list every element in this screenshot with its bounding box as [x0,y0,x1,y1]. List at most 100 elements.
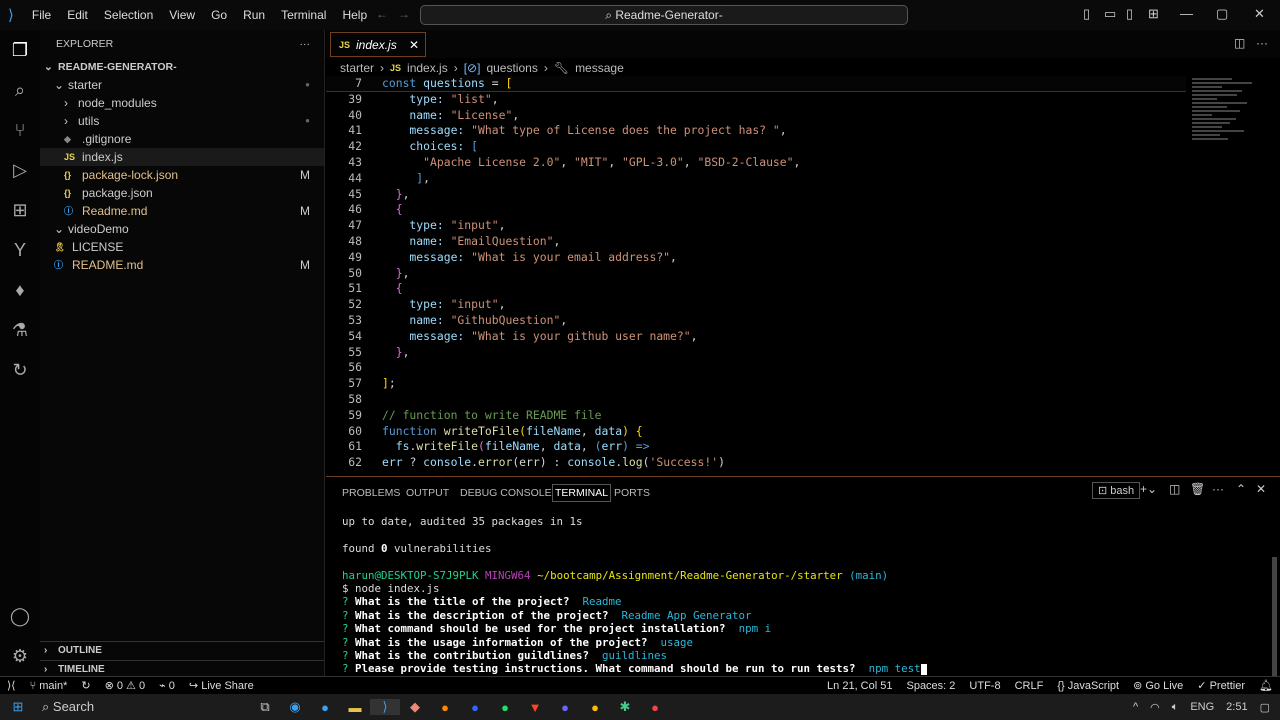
notification-center-icon[interactable]: ▢ [1260,701,1270,714]
volume-icon[interactable]: 🔈︎ [1172,701,1179,714]
tab-terminal[interactable]: TERMINAL [552,484,612,502]
minimap[interactable] [1192,76,1272,186]
tree-item[interactable]: {} package.json [40,184,324,202]
tree-item[interactable]: ⓘ Readme.md M [40,202,324,220]
terminal-output[interactable]: up to date, audited 35 packages in 1s fo… [342,515,927,676]
slack-icon[interactable]: ✱ [610,699,640,715]
language-mode[interactable]: {} JavaScript [1050,680,1126,692]
problems-status[interactable]: ⊗ 0 ⚠ 0 [98,679,153,692]
explorer-icon[interactable]: ❐ [0,30,40,70]
breadcrumb-item[interactable]: questions [486,61,537,75]
tree-item[interactable]: ⌄ videoDemo [40,220,324,238]
brave-icon[interactable]: ▼ [520,700,550,715]
split-editor-icon[interactable]: ◫ [1234,36,1245,50]
go-live[interactable]: ⊚ Go Live [1126,679,1190,692]
zoom-icon[interactable]: ● [460,700,490,715]
tree-item[interactable]: ◆ .gitignore [40,130,324,148]
close-panel-icon[interactable]: ✕ [1256,482,1266,496]
split-terminal-icon[interactable]: ◫ [1169,482,1180,496]
menu-run[interactable]: Run [235,8,273,22]
command-center-search[interactable]: ⌕ Readme-Generator- [420,5,908,25]
notifications-icon[interactable]: 🔔︎ [1252,679,1280,692]
source-control-icon[interactable]: ⑂ [0,110,40,150]
ports-status[interactable]: ⌁ 0 [152,679,182,692]
tab-ports[interactable]: PORTS [614,487,650,499]
yarn-icon[interactable]: Y [0,230,40,270]
edge-icon[interactable]: ● [310,700,340,715]
terminal-scrollbar[interactable] [1272,557,1277,677]
app-icon[interactable]: ◉ [280,699,310,715]
breadcrumb-item[interactable]: starter [340,61,374,75]
toggle-panel-icon[interactable]: ▭ [1104,6,1116,22]
menu-selection[interactable]: Selection [96,8,161,22]
tray-chevron-icon[interactable]: ^ [1133,701,1138,713]
remote-icon[interactable]: ⟩⟨ [0,679,23,692]
menu-terminal[interactable]: Terminal [273,8,334,22]
editor-more-icon[interactable]: ··· [1256,36,1268,50]
toggle-secondary-sidebar-icon[interactable]: ▯ [1126,6,1133,22]
breadcrumb-item[interactable]: index.js [407,61,448,75]
new-terminal-icon[interactable]: +⌄ [1140,482,1157,496]
live-share-status[interactable]: ↪ Live Share [182,679,261,692]
maximize-panel-icon[interactable]: ⌃ [1236,482,1246,496]
more-actions-icon[interactable]: ··· [300,30,311,58]
close-tab-icon[interactable]: ✕ [409,38,419,52]
encoding[interactable]: UTF-8 [962,680,1007,692]
terminal-shell-selector[interactable]: ⊡ bash [1092,482,1141,499]
close-window-icon[interactable]: ✕ [1254,6,1265,22]
menu-file[interactable]: File [24,8,59,22]
run-debug-icon[interactable]: ▷ [0,150,40,190]
windows-start-icon[interactable]: ⊞ [0,699,36,715]
input-language[interactable]: ENG [1190,701,1214,713]
tree-item[interactable]: 🎗︎ LICENSE [40,238,324,256]
toggle-sidebar-icon[interactable]: ▯ [1083,6,1090,22]
git-icon[interactable]: ◆ [400,699,430,715]
clock[interactable]: 2:51 [1226,701,1247,713]
maximize-icon[interactable]: ▢ [1216,6,1228,22]
workspace-root[interactable]: ⌄ README-GENERATOR- [40,58,324,76]
tab-output[interactable]: OUTPUT [406,487,449,499]
back-icon[interactable]: ← [376,7,388,21]
vscode-taskbar-icon[interactable]: ⟩ [370,699,400,715]
taskbar-search[interactable]: ⌕ Search [36,699,246,715]
search-icon[interactable]: ⌕ [0,70,40,110]
menu-edit[interactable]: Edit [59,8,96,22]
sync-icon[interactable]: ↻ [74,679,97,692]
whatsapp-icon[interactable]: ● [490,700,520,715]
kill-terminal-icon[interactable]: 🗑︎ [1190,482,1205,496]
layout-icon[interactable]: ⊞ [1148,6,1159,22]
chrome-icon[interactable]: ● [580,700,610,715]
breadcrumb-item[interactable]: message [575,61,624,75]
panel-more-icon[interactable]: ··· [1212,482,1224,496]
branch-status[interactable]: ⑂ main* [23,680,75,692]
account-icon[interactable]: ◯ [0,596,40,636]
teams-icon[interactable]: ● [550,700,580,715]
menu-go[interactable]: Go [203,8,235,22]
tab-problems[interactable]: PROBLEMS [342,487,400,499]
code-editor[interactable]: 7 const questions = [39 type: "list", 40 n… [326,76,1186,470]
minimize-icon[interactable]: — [1180,6,1193,21]
menu-view[interactable]: View [161,8,203,22]
tab-debug-console[interactable]: DEBUG CONSOLE [460,487,552,499]
prettier[interactable]: ✓ Prettier [1190,679,1252,692]
task-view-icon[interactable]: ⧉ [250,699,280,715]
settings-gear-icon[interactable]: ⚙ [0,636,40,676]
tab-index-js[interactable]: JS index.js ✕ [330,32,426,57]
tree-item[interactable]: › node_modules [40,94,324,112]
tree-item[interactable]: › utils ● [40,112,324,130]
extensions-icon[interactable]: ⊞ [0,190,40,230]
line-ending[interactable]: CRLF [1008,680,1051,692]
menu-help[interactable]: Help [334,8,375,22]
tree-item[interactable]: ⓘ README.md M [40,256,324,274]
wifi-icon[interactable]: ◠ [1150,701,1160,714]
powerpoint-icon[interactable]: ● [640,700,670,715]
firefox-icon[interactable]: ● [430,700,460,715]
live-share-icon[interactable]: ↻ [0,350,40,390]
mongodb-icon[interactable]: ♦ [0,270,40,310]
forward-icon[interactable]: → [398,7,410,21]
file-explorer-icon[interactable]: ▬ [340,700,370,715]
tree-item[interactable]: JS index.js [40,148,324,166]
indentation[interactable]: Spaces: 2 [899,680,962,692]
outline-section[interactable]: › OUTLINE [40,642,324,660]
tree-item[interactable]: {} package-lock.json M [40,166,324,184]
